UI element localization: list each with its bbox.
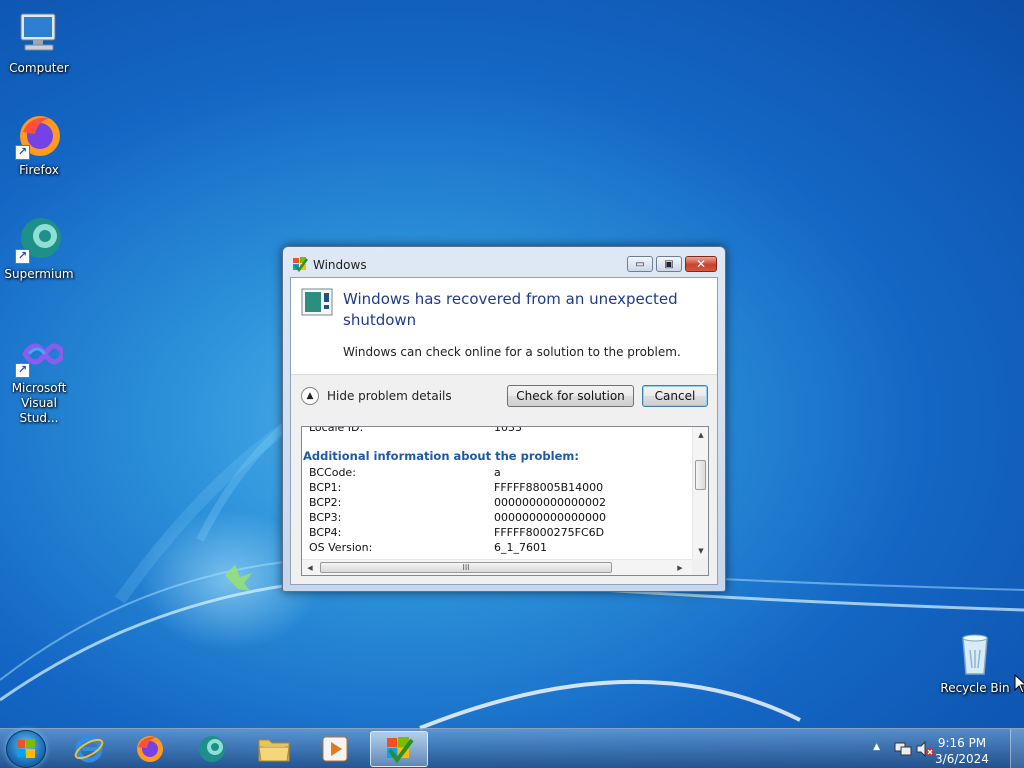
dialog-client-area: Windows has recovered from an unexpected… (290, 277, 718, 585)
dialog-title: Windows (313, 258, 367, 272)
clock-time: 9:16 PM (937, 736, 987, 750)
firefox-icon (137, 736, 163, 762)
desktop-icon-computer[interactable]: Computer (0, 10, 78, 76)
detail-key: BCP4: (309, 526, 342, 539)
horizontal-scroll-thumb[interactable]: III (320, 562, 612, 573)
recycle-bin-icon (951, 630, 999, 678)
windows-flag-check-icon (387, 737, 414, 764)
detail-value: 0000000000000002 (494, 496, 606, 509)
maximize-icon: ▣ (664, 258, 674, 270)
content-text: Windows can check online for a solution … (343, 345, 681, 359)
detail-section-heading: Additional information about the problem… (302, 436, 692, 466)
detail-key: BCP1: (309, 481, 342, 494)
firefox-icon: ↗ (15, 112, 63, 160)
detail-row: BCP4: FFFFF8000275FC6D (302, 526, 692, 541)
vertical-scrollbar[interactable]: ▲ ▼ (692, 427, 708, 559)
desktop-icon-label: Computer (9, 61, 69, 75)
desktop-icon-visual-studio[interactable]: ↗ Microsoft Visual Stud... (0, 330, 78, 426)
taskbar-windows-explorer[interactable] (245, 731, 303, 767)
shortcut-arrow-icon: ↗ (15, 145, 30, 160)
minimize-button[interactable]: ▭ (627, 256, 653, 272)
problem-details-textbox[interactable]: Locale ID: 1033 Additional information a… (301, 426, 709, 576)
windows-logo-icon (17, 739, 35, 758)
scroll-left-arrow-icon[interactable]: ◀ (302, 560, 318, 575)
dialog-titlebar[interactable]: Windows ▭ ▣ ✕ (283, 247, 725, 277)
taskbar-supermium[interactable] (183, 731, 241, 767)
check-for-solution-button[interactable]: Check for solution (507, 385, 634, 407)
desktop-icon-recycle-bin[interactable]: Recycle Bin (936, 630, 1014, 696)
media-player-icon (322, 736, 348, 762)
dialog-button-area: ▲ Hide problem details Check for solutio… (291, 374, 717, 418)
system-clock[interactable]: 9:16 PM 3/6/2024 (928, 735, 996, 767)
desktop-icon-label: Microsoft Visual Stud... (11, 381, 67, 425)
show-hidden-icons-chevron-icon[interactable]: ▲ (873, 742, 880, 752)
start-button[interactable] (6, 730, 46, 768)
detail-key: OS Version: (309, 541, 373, 554)
taskbar-firefox[interactable] (121, 731, 179, 767)
vertical-scroll-thumb[interactable] (695, 460, 706, 490)
desktop-icon-supermium[interactable]: ↗ Supermium (0, 216, 78, 282)
details-area: Locale ID: 1033 Additional information a… (291, 418, 717, 584)
detail-value: 0000000000000000 (494, 511, 606, 524)
scrollbar-corner (692, 559, 708, 575)
desktop-icon-firefox[interactable]: ↗ Firefox (0, 112, 78, 178)
shortcut-arrow-icon: ↗ (15, 249, 30, 264)
windows-flag-check-icon (292, 256, 309, 273)
hide-details-toggle[interactable]: ▲ Hide problem details (301, 387, 452, 405)
detail-key: BCP3: (309, 511, 342, 524)
detail-value: a (494, 466, 501, 479)
detail-key: BCCode: (309, 466, 356, 479)
hide-details-label: Hide problem details (327, 389, 452, 403)
detail-row: BCCode: a (302, 466, 692, 481)
detail-value: FFFFF88005B14000 (494, 481, 604, 494)
section-heading-text: Additional information about the problem… (303, 449, 579, 463)
network-icon[interactable] (894, 741, 912, 757)
main-instruction: Windows has recovered from an unexpected… (343, 290, 678, 329)
error-recovery-dialog: Windows ▭ ▣ ✕ Windows has recovered from… (282, 246, 726, 592)
desktop-icon-label: Firefox (19, 163, 59, 177)
visual-studio-icon: ↗ (15, 330, 66, 378)
detail-value: 1033 (494, 426, 522, 434)
scroll-up-arrow-icon[interactable]: ▲ (693, 427, 708, 443)
mouse-cursor-icon (1014, 674, 1024, 694)
detail-value: 6_1_7601 (494, 541, 547, 554)
cancel-button[interactable]: Cancel (642, 385, 708, 407)
supermium-icon: ↗ (15, 216, 63, 264)
taskbar-problem-reports[interactable] (370, 731, 428, 767)
close-button[interactable]: ✕ (685, 256, 717, 272)
scroll-down-arrow-icon[interactable]: ▼ (693, 543, 708, 559)
taskbar: ▲ 9:16 PM 3/6/2024 (0, 728, 1024, 768)
internet-explorer-icon (74, 735, 104, 763)
chevron-up-icon: ▲ (301, 387, 319, 405)
supermium-icon (199, 736, 225, 762)
taskbar-media-player[interactable] (306, 731, 364, 767)
detail-row: Locale ID: 1033 (302, 426, 692, 436)
minimize-icon: ▭ (635, 258, 645, 270)
scroll-right-arrow-icon[interactable]: ▶ (672, 560, 688, 575)
desktop-icon-label: Recycle Bin (940, 681, 1010, 695)
detail-row: BCP3: 0000000000000000 (302, 511, 692, 526)
shortcut-arrow-icon: ↗ (15, 363, 30, 378)
detail-row: OS Version: 6_1_7601 (302, 541, 692, 556)
clock-date: 3/6/2024 (935, 752, 989, 766)
desktop-icon-label: Supermium (4, 267, 74, 281)
detail-key: BCP2: (309, 496, 342, 509)
folder-icon (258, 739, 290, 762)
detail-key: Locale ID: (309, 426, 364, 434)
show-desktop-button[interactable] (1010, 729, 1024, 768)
taskbar-internet-explorer[interactable] (60, 731, 118, 767)
close-icon: ✕ (695, 257, 707, 271)
maximize-button[interactable]: ▣ (656, 256, 682, 272)
horizontal-scrollbar[interactable]: ◀ III ▶ (302, 559, 692, 575)
computer-icon (15, 10, 63, 58)
detail-row: BCP2: 0000000000000002 (302, 496, 692, 511)
detail-row: BCP1: FFFFF88005B14000 (302, 481, 692, 496)
problem-report-icon (301, 288, 333, 316)
detail-value: FFFFF8000275FC6D (494, 526, 605, 539)
